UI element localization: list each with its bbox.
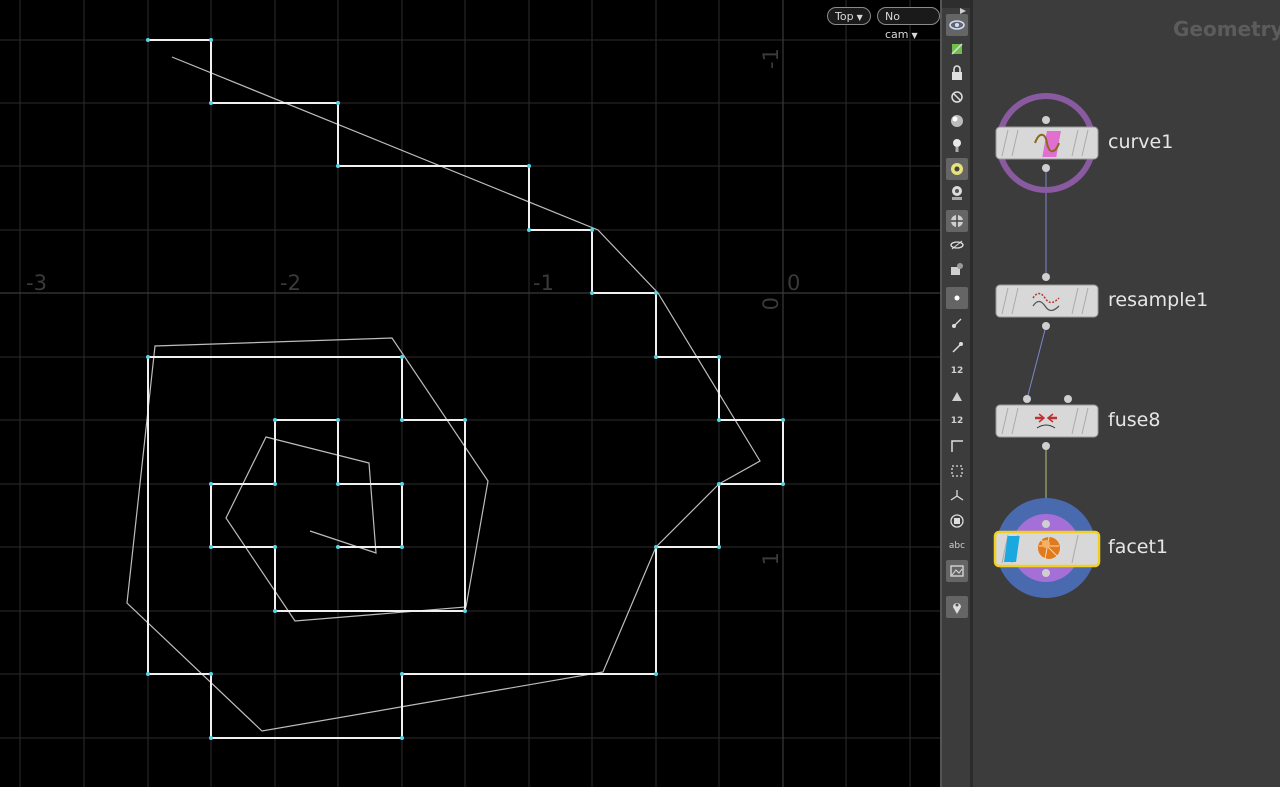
x-axis-label: -3 (26, 271, 47, 295)
vertex-icon[interactable] (946, 385, 968, 407)
hull-icon[interactable] (946, 510, 968, 532)
prim-normals-icon[interactable] (946, 336, 968, 358)
scene-viewport[interactable]: -3 -2 -1 0 -1 0 1 Top ▼ No cam ▼ (0, 0, 940, 787)
ghost-icon[interactable] (946, 86, 968, 108)
background-image-icon[interactable] (946, 560, 968, 582)
axis-labels: -3 -2 -1 0 -1 0 1 (26, 48, 800, 565)
point-numbers-icon[interactable]: 12 (946, 360, 968, 382)
template-icon[interactable] (946, 182, 968, 204)
viewport-grid (0, 0, 940, 787)
x-axis-label: -2 (280, 271, 301, 295)
toolbar-header (942, 0, 970, 14)
view-menu-button[interactable]: Top ▼ (827, 7, 871, 25)
display-toolbar: 12 12 abc (940, 0, 970, 787)
node-label-resample1[interactable]: resample1 (1108, 289, 1208, 311)
wireframe-icon[interactable] (946, 234, 968, 256)
caret-down-icon: ▼ (911, 31, 918, 40)
location-pin-icon[interactable] (946, 596, 968, 618)
lock-icon[interactable] (946, 62, 968, 84)
node-label-curve1[interactable]: curve1 (1108, 131, 1173, 153)
point-normals-icon[interactable] (946, 312, 968, 334)
node-label-fuse8[interactable]: fuse8 (1108, 409, 1160, 431)
caret-down-icon: ▼ (856, 13, 863, 22)
wire-resample1-fuse8 (1026, 325, 1047, 400)
node-graph (993, 93, 1101, 598)
network-editor[interactable]: Geometry curve1 resample1 fuse8 facet1 (973, 0, 1280, 787)
shading-icon[interactable] (946, 110, 968, 132)
node-resample1[interactable] (995, 273, 1099, 330)
bounds-icon[interactable] (946, 460, 968, 482)
camera-menu-button[interactable]: No cam ▼ (877, 7, 940, 41)
paint-icon[interactable] (946, 258, 968, 280)
view-icon[interactable] (946, 14, 968, 36)
prim-numbers-icon[interactable]: 12 (946, 410, 968, 432)
corner-icon[interactable] (946, 435, 968, 457)
node-fuse8[interactable] (995, 395, 1099, 450)
y-axis-label: 1 (759, 552, 783, 565)
node-curve1[interactable] (995, 116, 1099, 172)
viewport-canvas[interactable]: -3 -2 -1 0 -1 0 1 (0, 0, 940, 787)
node-label-facet1[interactable]: facet1 (1108, 536, 1168, 558)
text-display-icon[interactable]: abc (946, 535, 968, 557)
axes-icon[interactable] (946, 485, 968, 507)
display-options-icon[interactable] (946, 38, 968, 60)
y-axis-label: 0 (759, 297, 783, 310)
points-display-icon[interactable] (946, 287, 968, 309)
view-menu-label: Top (835, 10, 854, 23)
x-axis-label: -1 (533, 271, 554, 295)
major-axis-lines (0, 0, 940, 787)
facet-icon (1038, 536, 1060, 560)
x-axis-label: 0 (787, 271, 800, 295)
visibility-icon[interactable] (946, 158, 968, 180)
snapshot-icon[interactable] (946, 210, 968, 232)
light-icon[interactable] (946, 134, 968, 156)
faceted-curve (126, 56, 761, 732)
y-axis-label: -1 (759, 48, 783, 69)
